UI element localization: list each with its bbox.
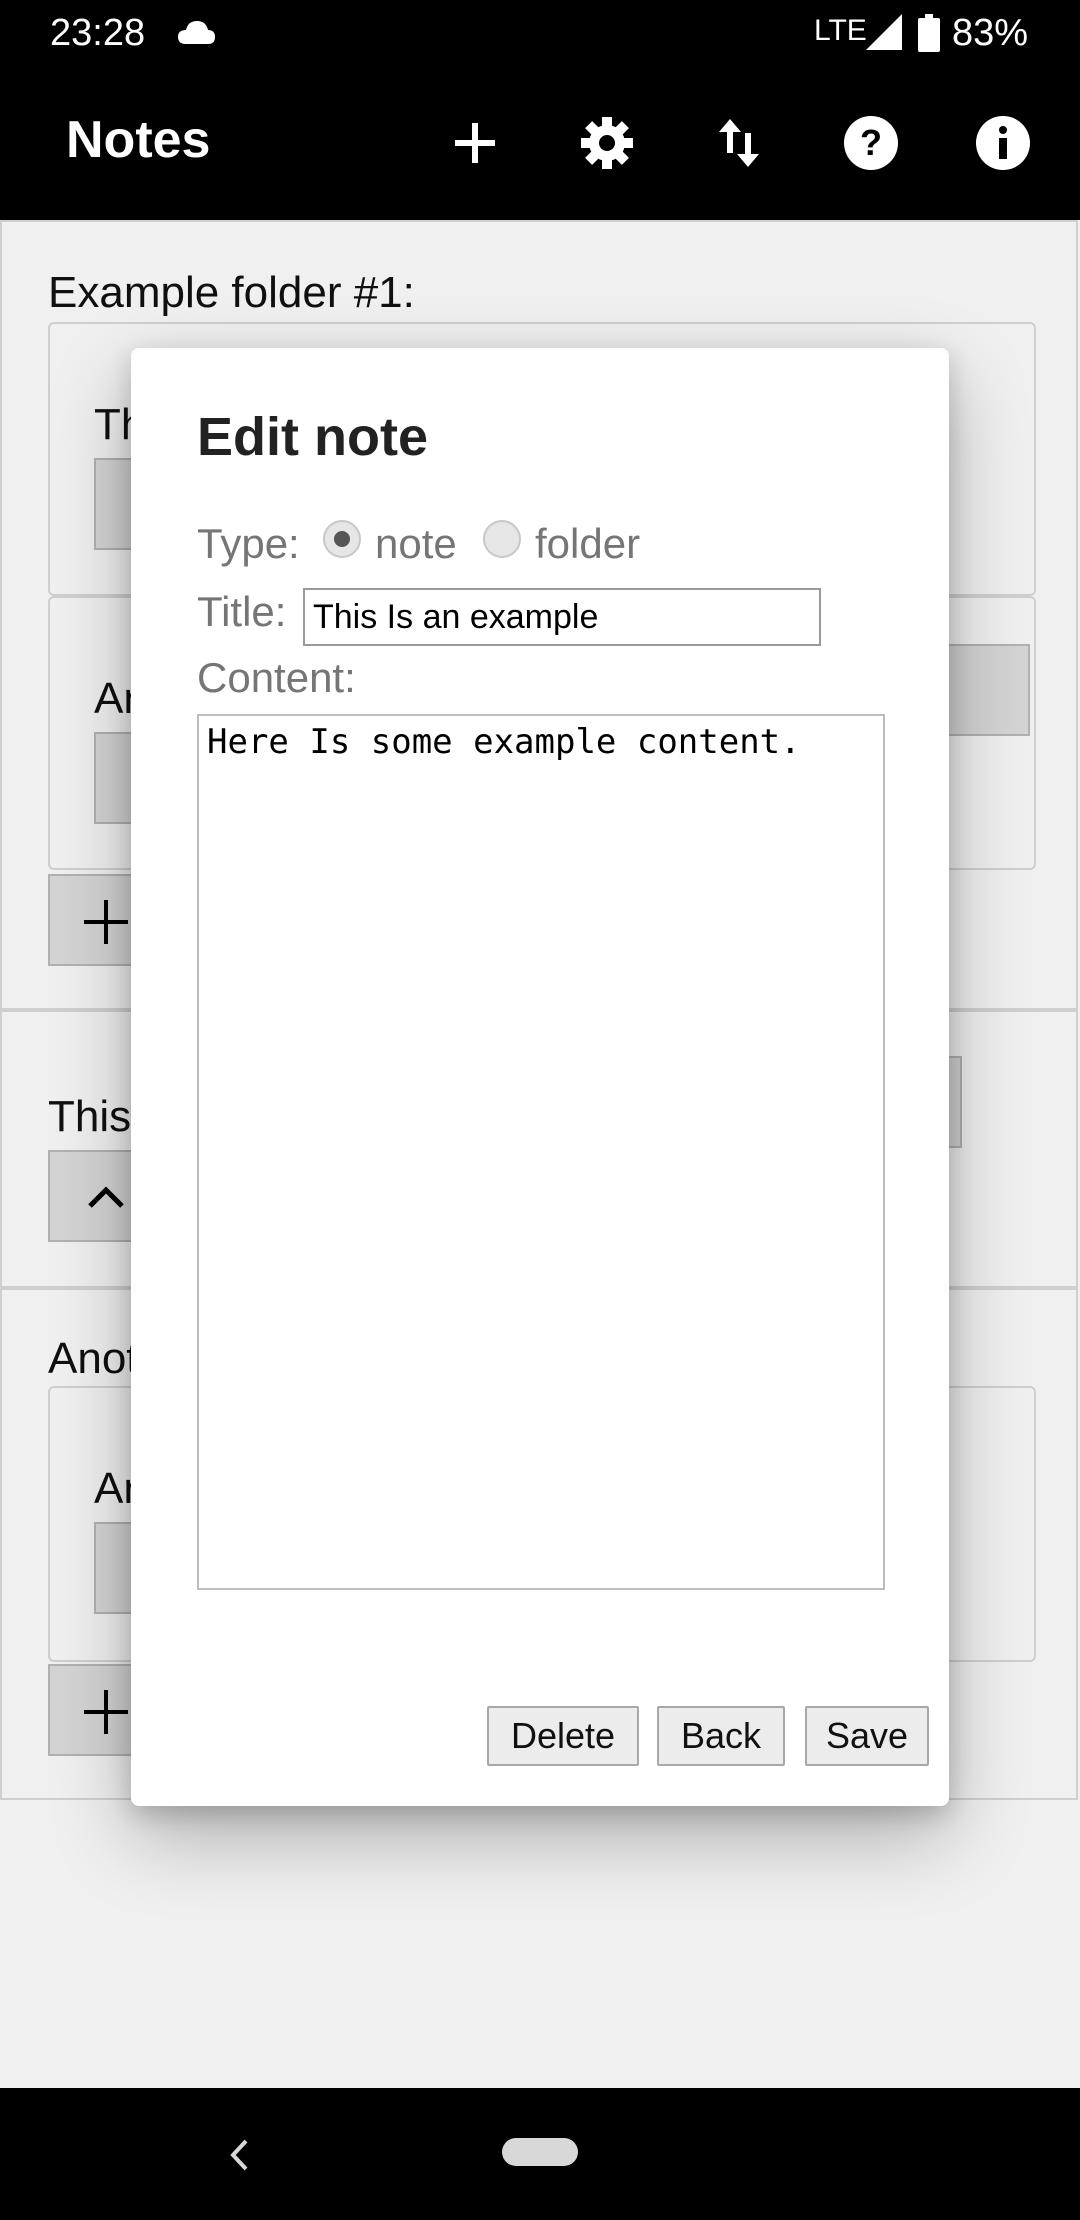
- title-input[interactable]: [303, 588, 821, 646]
- radio-folder[interactable]: [483, 520, 521, 558]
- status-bar: 23:28 LTE 83%: [0, 0, 1080, 66]
- help-icon[interactable]: ?: [843, 115, 899, 171]
- content-label: Content:: [197, 654, 356, 701]
- signal-icon: [866, 14, 902, 50]
- type-label: Type:: [197, 520, 300, 567]
- radio-note-label[interactable]: note: [375, 520, 457, 568]
- network-type: LTE: [814, 14, 867, 47]
- add-icon[interactable]: [447, 115, 503, 171]
- title-label: Title:: [197, 588, 287, 635]
- edit-note-dialog: Edit note Type: note folder Title: Conte…: [131, 348, 949, 1806]
- battery-icon: [918, 14, 940, 52]
- settings-icon[interactable]: [579, 115, 635, 171]
- navigation-bar: [0, 2088, 1080, 2220]
- status-time: 23:28: [50, 12, 146, 54]
- radio-folder-label[interactable]: folder: [535, 520, 640, 568]
- dialog-title: Edit note: [197, 407, 428, 467]
- battery-percent: 83%: [952, 12, 1029, 54]
- home-pill[interactable]: [502, 2138, 578, 2166]
- delete-button[interactable]: Delete: [487, 1706, 639, 1766]
- save-button[interactable]: Save: [805, 1706, 929, 1766]
- app-bar: Notes ?: [0, 66, 1080, 220]
- back-nav-icon[interactable]: [226, 2138, 254, 2172]
- cloud-icon: [178, 21, 215, 44]
- sort-icon[interactable]: [711, 115, 767, 171]
- radio-note[interactable]: [323, 520, 361, 558]
- info-icon[interactable]: [975, 115, 1031, 171]
- back-button[interactable]: Back: [657, 1706, 785, 1766]
- app-title: Notes: [66, 111, 211, 169]
- svg-text:?: ?: [860, 122, 882, 163]
- content-textarea[interactable]: Here Is some example content.: [197, 714, 885, 1590]
